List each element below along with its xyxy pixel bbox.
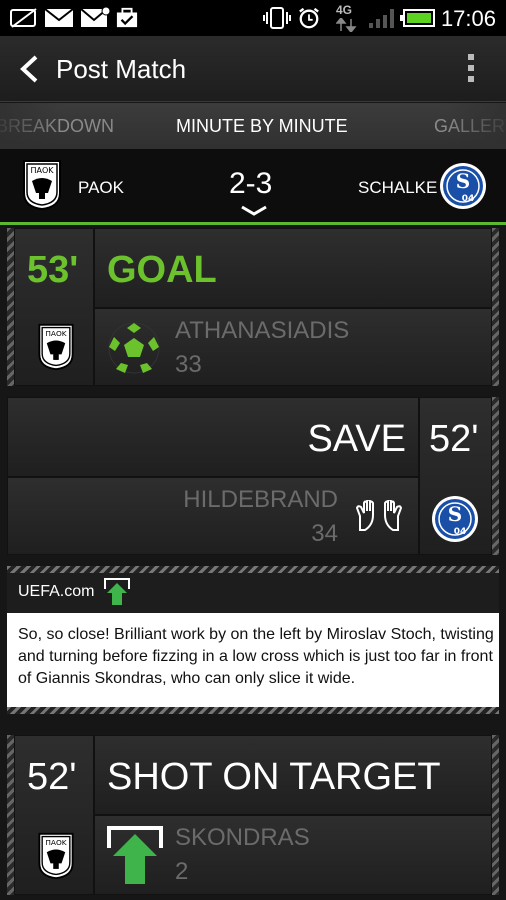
svg-text:S: S: [448, 502, 462, 526]
event-title-panel: GOAL: [94, 228, 492, 308]
event-minute-panel: 53' ΠΑΟΚ: [14, 228, 94, 386]
event-type: SAVE: [307, 418, 406, 460]
match-score: 2-3: [229, 167, 273, 200]
commentary-source: UEFA.com: [18, 583, 95, 600]
tab-minute-by-minute[interactable]: MINUTE BY MINUTE: [176, 116, 348, 137]
event-title-panel: SHOT ON TARGET: [94, 735, 492, 815]
expand-chevron-icon[interactable]: [240, 204, 268, 216]
away-team-name: SCHALKE: [358, 178, 438, 197]
event-player-name: HILDEBRAND: [183, 486, 338, 513]
mail-alert-icon: [80, 7, 110, 27]
svg-text:ΠΑΟΚ: ΠΑΟΚ: [45, 838, 66, 847]
signal-icon: [369, 9, 394, 28]
event-title-panel: SAVE: [7, 397, 419, 477]
action-bar: Post Match: [0, 36, 506, 102]
event-minute-panel: 52' ΠΑΟΚ: [14, 735, 94, 895]
goalkeeper-gloves-icon: [356, 500, 402, 531]
shot-on-target-icon: [107, 826, 163, 884]
event-card-save[interactable]: SAVE HILDEBRAND 34 52' S 04: [7, 397, 499, 555]
event-minute: 52': [27, 756, 77, 798]
mail-icon: [44, 8, 74, 27]
event-type: SHOT ON TARGET: [107, 756, 441, 798]
page-title: Post Match: [56, 54, 187, 84]
tab-fade-left: [0, 103, 60, 149]
event-player-name: ATHANASIADIS: [175, 317, 350, 344]
svg-text:ΠΑΟΚ: ΠΑΟΚ: [30, 166, 54, 175]
event-card-shot-on-target[interactable]: 52' ΠΑΟΚ SHOT ON TARGET SKONDRAS 2: [7, 735, 499, 895]
tab-strip: BREAKDOWN MINUTE BY MINUTE GALLERY: [0, 103, 506, 149]
commentary-card: UEFA.com So, so close! Brilliant work by…: [7, 566, 499, 714]
event-player-name: SKONDRAS: [175, 824, 310, 851]
score-header: ΠΑΟΚ PAOK 2-3 SCHALKE S 04: [0, 149, 506, 225]
event-player-panel: ATHANASIADIS 33: [94, 308, 492, 386]
svg-text:04: 04: [462, 194, 475, 204]
shot-on-target-icon: [104, 578, 130, 605]
schalke-crest-icon: S 04: [432, 496, 478, 542]
task-check-icon: [116, 7, 138, 28]
event-player-number: 33: [175, 351, 202, 378]
vibrate-icon: [263, 7, 291, 29]
event-card-goal[interactable]: 53' ΠΑΟΚ GOAL ATHANASIADIS 33: [7, 228, 499, 386]
paok-crest-icon: ΠΑΟΚ: [38, 323, 74, 371]
event-type: GOAL: [107, 249, 217, 291]
event-player-panel: HILDEBRAND 34: [7, 477, 419, 555]
svg-text:04: 04: [454, 527, 467, 537]
paok-crest-icon: ΠΑΟΚ: [23, 160, 61, 211]
data-arrows-icon: [336, 18, 357, 32]
paok-crest-icon: ΠΑΟΚ: [38, 832, 74, 880]
chevron-left-icon[interactable]: [16, 54, 42, 84]
network-type-label: 4G: [336, 3, 353, 17]
commentary-source-bar: UEFA.com: [7, 573, 499, 613]
football-icon: [108, 322, 160, 374]
commentary-text: So, so close! Brilliant work by on the l…: [18, 626, 494, 687]
home-team-name: PAOK: [78, 178, 124, 197]
event-minute: 52': [429, 418, 479, 460]
overflow-menu-icon[interactable]: [466, 54, 476, 84]
svg-text:ΠΑΟΚ: ΠΑΟΚ: [45, 329, 66, 338]
battery-icon: [400, 9, 435, 27]
no-sim-icon: [10, 8, 37, 28]
event-player-number: 34: [311, 520, 338, 547]
status-bar: 4G 17:06: [0, 0, 506, 36]
svg-text:S: S: [456, 169, 470, 193]
alarm-icon: [299, 7, 319, 29]
tab-fade-right: [446, 103, 506, 149]
event-player-number: 2: [175, 858, 189, 885]
status-clock: 17:06: [440, 6, 496, 31]
schalke-crest-icon: S 04: [440, 163, 486, 209]
event-minute-panel: 52' S 04: [419, 397, 492, 555]
event-minute: 53': [27, 249, 79, 291]
event-player-panel: SKONDRAS 2: [94, 815, 492, 895]
